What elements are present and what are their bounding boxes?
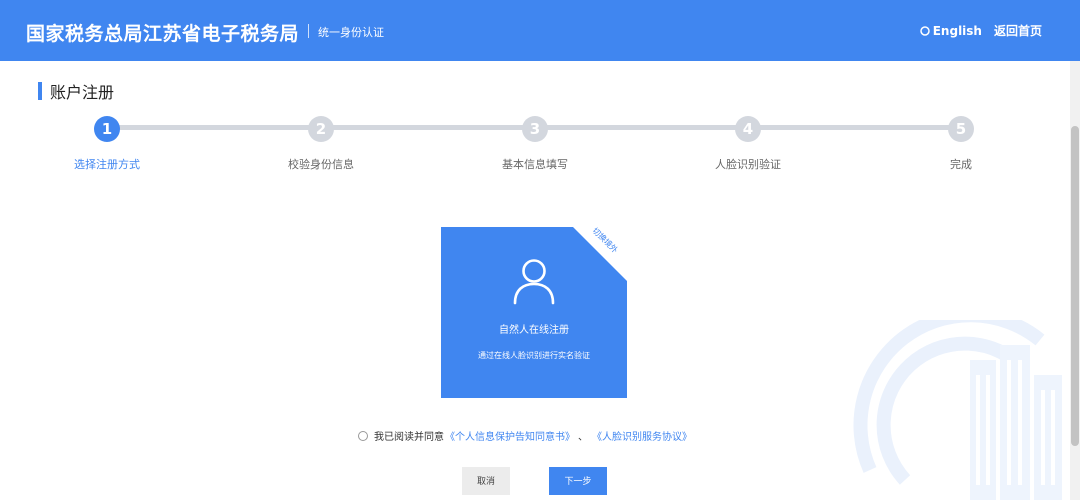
site-title: 国家税务总局江苏省电子税务局 [26, 23, 300, 45]
card-description: 通过在线人脸识别进行实名验证 [478, 351, 590, 360]
natural-person-register-card[interactable]: 切换境外 自然人在线注册 通过在线人脸识别进行实名验证 [441, 227, 627, 398]
page-scrollbar[interactable] [1070, 61, 1080, 500]
agreement-radio[interactable] [358, 430, 368, 441]
top-header: 国家税务总局江苏省电子税务局 统一身份认证 English 返回首页 [0, 0, 1080, 61]
section-header: 账户注册 [38, 79, 114, 103]
privacy-consent-link[interactable]: 《个人信息保护告知同意书》 [445, 428, 575, 443]
next-step-button[interactable]: 下一步 [549, 467, 607, 495]
home-link[interactable]: 返回首页 [994, 22, 1042, 39]
agreement-text: 我已阅读并同意 [374, 432, 444, 443]
cancel-button[interactable]: 取消 [462, 467, 510, 495]
language-switch[interactable]: English [919, 23, 982, 38]
step-5: 5 完成 [901, 116, 1021, 172]
step-3: 3 基本信息填写 [475, 116, 595, 172]
step-3-circle: 3 [522, 116, 548, 142]
card-title: 自然人在线注册 [499, 325, 569, 336]
header-divider [308, 24, 309, 38]
step-1: 1 选择注册方式 [47, 116, 167, 172]
step-5-circle: 5 [948, 116, 974, 142]
step-5-label: 完成 [950, 158, 972, 171]
step-4-label: 人脸识别验证 [715, 158, 781, 171]
globe-icon [919, 25, 930, 36]
scrollbar-thumb[interactable] [1071, 126, 1079, 446]
face-recognition-agreement-link[interactable]: 《人脸识别服务协议》 [592, 428, 692, 443]
language-label: English [932, 23, 982, 38]
step-1-circle: 1 [94, 116, 120, 142]
user-icon [513, 259, 555, 305]
page-title: 账户注册 [50, 83, 115, 102]
step-4: 4 人脸识别验证 [688, 116, 808, 172]
step-4-circle: 4 [735, 116, 761, 142]
step-2: 2 校验身份信息 [261, 116, 381, 172]
section-accent-bar [38, 82, 42, 100]
header-subtitle: 统一身份认证 [318, 26, 384, 39]
tax-emblem-watermark [853, 320, 1062, 500]
step-3-label: 基本信息填写 [502, 158, 568, 171]
header-actions: English 返回首页 [919, 22, 1042, 39]
agreement-separator: 、 [578, 432, 588, 443]
step-2-circle: 2 [308, 116, 334, 142]
step-2-label: 校验身份信息 [288, 158, 354, 171]
step-1-label: 选择注册方式 [74, 158, 140, 171]
agreement-row: 我已阅读并同意 《个人信息保护告知同意书》 、 《人脸识别服务协议》 [358, 428, 692, 443]
